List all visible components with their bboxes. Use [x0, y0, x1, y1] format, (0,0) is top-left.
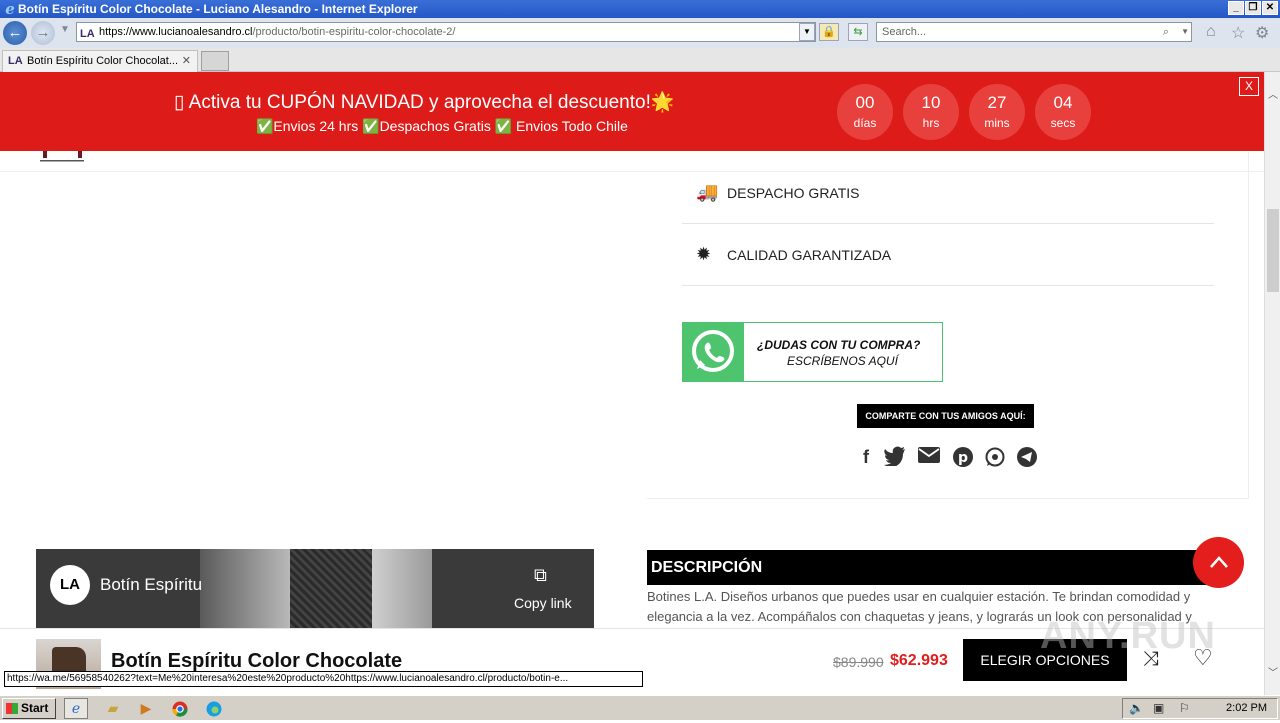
- email-icon[interactable]: [918, 446, 940, 468]
- column-divider: [1248, 152, 1249, 498]
- countdown-value: 27: [987, 93, 1007, 112]
- url-host: https://www.lucianoalesandro.cl: [99, 26, 253, 38]
- facebook-icon[interactable]: f: [855, 446, 877, 468]
- search-dropdown-icon[interactable]: ▼: [1181, 23, 1189, 41]
- quality-badge-icon: ✹: [696, 244, 712, 264]
- pinterest-icon[interactable]: p: [952, 446, 974, 468]
- network-icon[interactable]: ▣: [1153, 701, 1164, 715]
- feature-quality: ✹ CALIDAD GARANTIZADA: [682, 226, 1214, 286]
- countdown-value: 04: [1053, 93, 1073, 112]
- scrollbar-thumb[interactable]: [1267, 209, 1279, 292]
- promo-banner: ▯ Activa tu CUPÓN NAVIDAD y aprovecha el…: [0, 72, 1264, 151]
- countdown-value: 00: [855, 93, 875, 112]
- start-button[interactable]: Start: [2, 698, 56, 719]
- countdown-seconds: 04 secs: [1035, 84, 1091, 140]
- promo-headline: ▯ Activa tu CUPÓN NAVIDAD y aprovecha el…: [174, 92, 675, 113]
- countdown-minutes: 27 mins: [969, 84, 1025, 140]
- youtube-video-embed[interactable]: LA Botín Espíritu ⧉ Copy link: [36, 549, 594, 631]
- site-favicon: LA: [80, 28, 95, 40]
- search-icon[interactable]: ⌕: [1163, 23, 1169, 41]
- tab-favicon: LA: [8, 55, 23, 67]
- telegram-icon[interactable]: [1016, 446, 1038, 468]
- feature-label: DESPACHO GRATIS: [727, 185, 860, 201]
- channel-avatar[interactable]: LA: [50, 565, 90, 605]
- whatsapp-help-banner[interactable]: ¿DUDAS CON TU COMPRA? ESCRÍBENOS AQUÍ: [682, 322, 943, 382]
- status-bar-url: https://wa.me/56958540262?text=Me%20inte…: [4, 671, 643, 687]
- countdown-unit: mins: [984, 116, 1010, 130]
- lock-icon[interactable]: 🔒: [819, 23, 839, 41]
- delivery-truck-icon: 🚚: [696, 182, 719, 202]
- taskbar: Start e ▰ ▶ 🔈 ▣ ⚐ 2:02 PM: [0, 695, 1280, 720]
- windows-logo-icon: [6, 703, 18, 714]
- sale-price: $62.993: [890, 652, 948, 669]
- copy-link-icon[interactable]: ⧉: [534, 565, 547, 586]
- url-path: /producto/botin-espiritu-color-chocolate…: [252, 26, 456, 38]
- search-placeholder: Search...: [882, 26, 927, 38]
- copy-link-label[interactable]: Copy link: [514, 595, 572, 611]
- vertical-scrollbar[interactable]: ︿ ﹀: [1264, 72, 1280, 695]
- scroll-up-arrow-icon[interactable]: ︿: [1268, 86, 1278, 101]
- scroll-to-top-button[interactable]: [1193, 537, 1244, 588]
- video-title[interactable]: Botín Espíritu: [100, 575, 202, 595]
- window-title: Botín Espíritu Color Chocolate - Luciano…: [18, 2, 418, 16]
- promo-subline: ✅Envios 24 hrs ✅Despachos Gratis ✅ Envio…: [256, 118, 628, 134]
- tab-label: Botín Espíritu Color Chocolat...: [27, 55, 179, 67]
- tab-close-icon[interactable]: ✕: [182, 51, 191, 71]
- tools-gear-icon[interactable]: ⚙: [1255, 23, 1269, 43]
- refresh-icon[interactable]: ⇆: [848, 23, 868, 41]
- system-tray: 🔈 ▣ ⚐ 2:02 PM: [1122, 698, 1278, 719]
- close-window-button[interactable]: ✕: [1262, 1, 1278, 15]
- restore-button[interactable]: ❐: [1245, 1, 1261, 15]
- window-title-bar: e Botín Espíritu Color Chocolate - Lucia…: [0, 0, 1280, 18]
- explorer-folder-icon[interactable]: ▰: [101, 698, 125, 719]
- chrome-icon[interactable]: [168, 698, 192, 719]
- minimize-button[interactable]: _: [1228, 1, 1244, 15]
- site-logo[interactable]: [40, 151, 84, 163]
- product-name: Botín Espíritu Color Chocolate: [111, 650, 403, 672]
- address-dropdown-button[interactable]: ▼: [799, 23, 815, 41]
- back-button[interactable]: ←: [3, 21, 27, 45]
- video-boot-image: [290, 549, 372, 631]
- content-divider: [647, 498, 1249, 499]
- scroll-down-arrow-icon[interactable]: ﹀: [1268, 664, 1278, 679]
- volume-icon[interactable]: 🔈: [1129, 701, 1144, 715]
- feature-label: CALIDAD GARANTIZADA: [727, 247, 892, 263]
- home-icon[interactable]: ⌂: [1206, 23, 1216, 41]
- new-tab-button[interactable]: [201, 51, 229, 71]
- share-label: COMPARTE CON TUS AMIGOS AQUÍ:: [857, 404, 1034, 428]
- whatsapp-logo-icon: [683, 322, 744, 382]
- twitter-icon[interactable]: [884, 446, 906, 468]
- address-bar[interactable]: LA https://www.lucianoalesandro.cl/produ…: [76, 22, 816, 42]
- countdown-value: 10: [921, 93, 941, 112]
- action-center-flag-icon[interactable]: ⚐: [1179, 701, 1190, 715]
- feature-free-shipping: 🚚 DESPACHO GRATIS: [682, 164, 1214, 224]
- edge-icon[interactable]: [202, 698, 226, 719]
- countdown-days: 00 días: [837, 84, 893, 140]
- web-page: 🚚 DESPACHO GRATIS ✹ CALIDAD GARANTIZADA …: [0, 72, 1264, 695]
- banner-close-button[interactable]: X: [1239, 77, 1259, 96]
- media-player-icon[interactable]: ▶: [134, 698, 158, 719]
- whatsapp-banner-title: ¿DUDAS CON TU COMPRA?: [757, 338, 921, 352]
- tab-active[interactable]: LA Botín Espíritu Color Chocolat... ✕: [2, 50, 198, 72]
- clock: 2:02 PM: [1226, 702, 1267, 714]
- search-input[interactable]: Search... ⌕ ▼: [876, 22, 1192, 42]
- watermark: ANY.RUN: [1040, 615, 1216, 657]
- old-price: $89.990: [833, 654, 884, 670]
- countdown-hours: 10 hrs: [903, 84, 959, 140]
- countdown-unit: secs: [1050, 116, 1076, 130]
- favorites-star-icon[interactable]: ☆: [1231, 23, 1245, 43]
- whatsapp-banner-subtitle: ESCRÍBENOS AQUÍ: [787, 354, 898, 368]
- countdown-unit: días: [853, 116, 877, 130]
- whatsapp-share-icon[interactable]: [984, 446, 1006, 468]
- navigation-bar: ← → ▼ LA https://www.lucianoalesandro.cl…: [0, 18, 1280, 48]
- forward-button[interactable]: →: [31, 21, 55, 45]
- history-dropdown-icon[interactable]: ▼: [60, 24, 70, 35]
- internet-explorer-icon: e: [5, 0, 15, 18]
- countdown-unit: hrs: [922, 116, 940, 130]
- tab-strip: LA Botín Espíritu Color Chocolat... ✕: [0, 48, 1280, 72]
- svg-text:p: p: [958, 450, 968, 466]
- description-heading: DESCRIPCIÓN: [647, 550, 1213, 585]
- start-label: Start: [21, 701, 49, 715]
- ie-taskbar-icon[interactable]: e: [64, 698, 88, 719]
